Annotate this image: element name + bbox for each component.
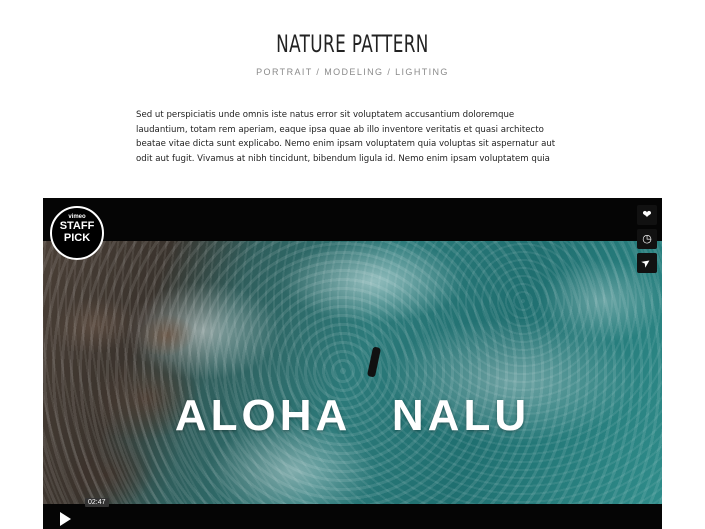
- play-icon[interactable]: [60, 512, 71, 526]
- staff-pick-badge[interactable]: vimeo STAFF PICK: [50, 206, 104, 260]
- video-player[interactable]: vimeo STAFF PICK ❤ ◷ ➤ ALOHA NALU 02:47: [43, 198, 662, 529]
- like-button[interactable]: ❤: [637, 205, 657, 225]
- share-button[interactable]: ➤: [637, 253, 657, 273]
- video-frame[interactable]: ALOHA NALU: [43, 241, 662, 504]
- page-subtitle: PORTRAIT / MODELING / LIGHTING: [256, 67, 449, 77]
- paper-plane-icon: ➤: [639, 255, 654, 271]
- page-title: NATURE PATTERN: [276, 30, 429, 58]
- clock-icon: ◷: [642, 232, 652, 245]
- video-controls: 02:47: [43, 498, 662, 529]
- wave-foam: [43, 241, 662, 504]
- intro-paragraph: Sed ut perspiciatis unde omnis iste natu…: [136, 110, 556, 164]
- badge-line-pick: PICK: [63, 232, 91, 244]
- video-top-bar: [43, 198, 662, 241]
- video-title: ALOHA NALU: [174, 391, 531, 440]
- timecode: 02:47: [85, 498, 109, 507]
- heart-icon: ❤: [642, 208, 652, 221]
- badge-line-staff: STAFF: [59, 220, 95, 232]
- watch-later-button[interactable]: ◷: [637, 229, 657, 249]
